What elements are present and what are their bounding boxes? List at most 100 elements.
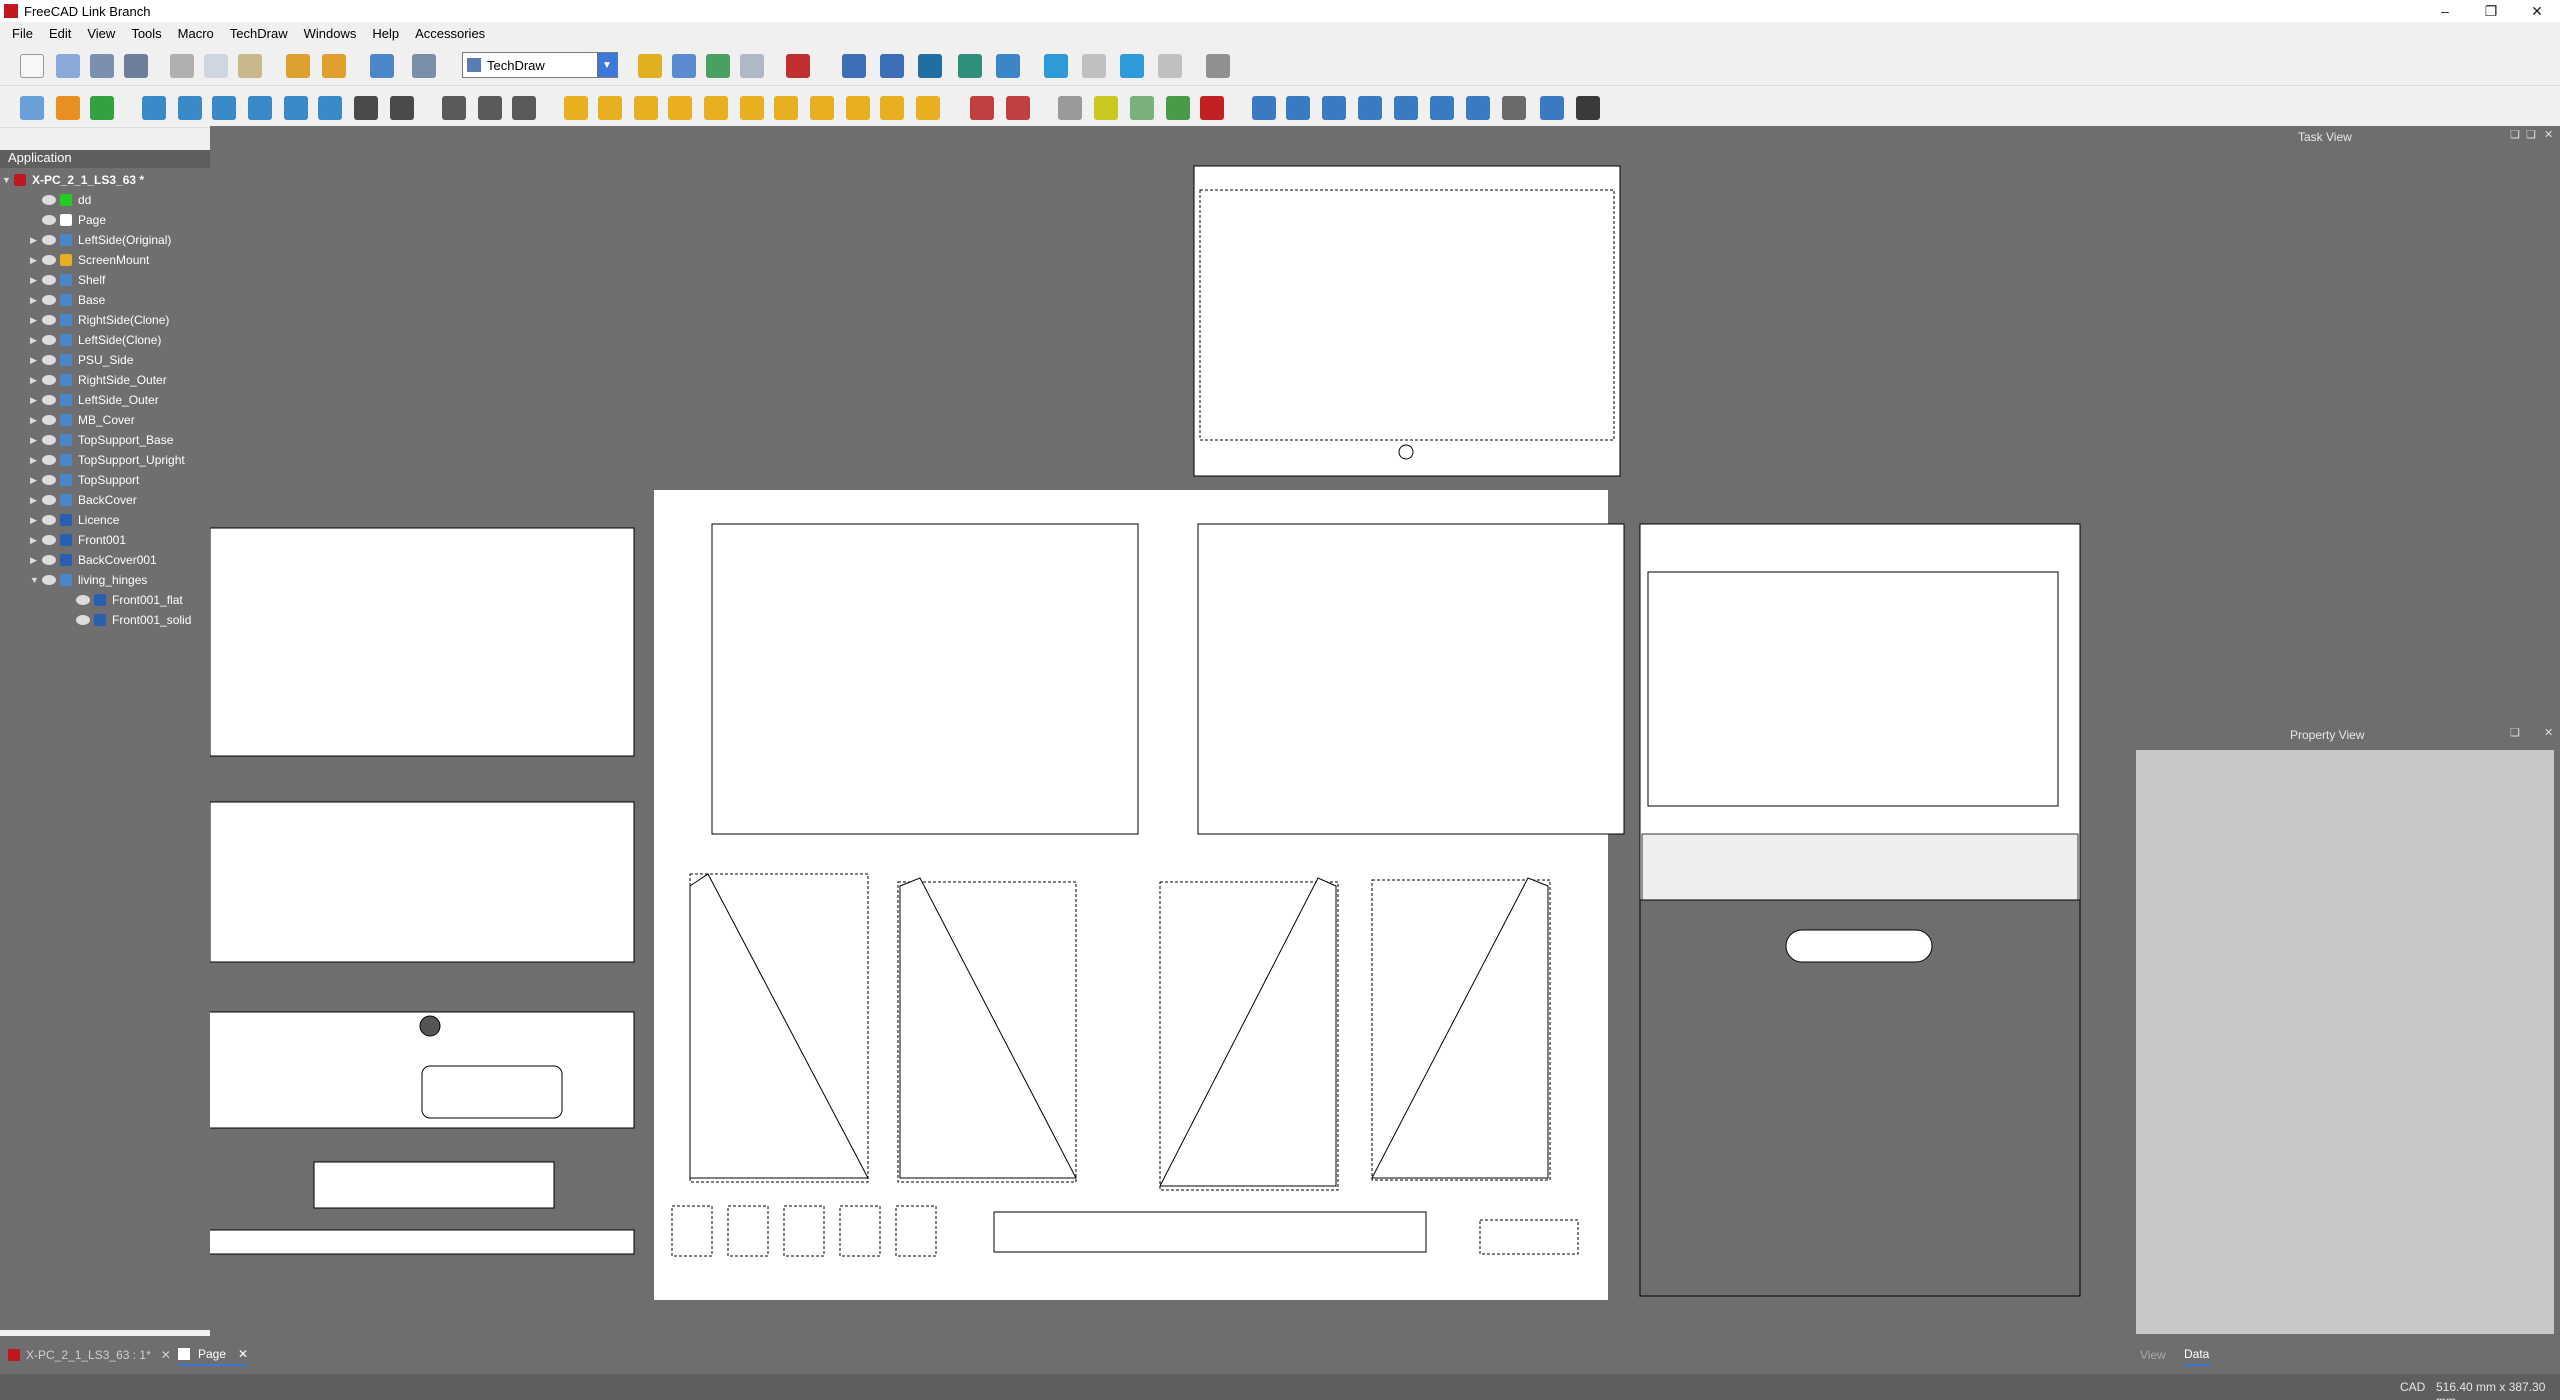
redo-icon[interactable] <box>322 54 346 78</box>
angle-dimension-icon[interactable] <box>740 96 764 120</box>
paste-icon[interactable] <box>238 54 262 78</box>
export-dxf-icon[interactable] <box>478 96 502 120</box>
tree-item[interactable]: ▶ TopSupport <box>30 470 139 490</box>
float-icon[interactable]: ❏ <box>2510 726 2520 739</box>
section-view-icon[interactable] <box>248 96 272 120</box>
workbench-selector[interactable]: TechDraw ▼ <box>462 52 618 78</box>
expand-icon[interactable]: ▶ <box>30 255 42 266</box>
visibility-icon[interactable] <box>42 515 56 525</box>
annotation-icon[interactable] <box>354 96 378 120</box>
collapse-icon[interactable]: ▼ <box>2 175 14 185</box>
measure-icon[interactable] <box>1206 54 1230 78</box>
leader-line-icon[interactable] <box>1322 96 1346 120</box>
cosmetic-vertex-icon[interactable] <box>1286 96 1310 120</box>
open-icon[interactable] <box>56 54 80 78</box>
landmark-dimension-icon[interactable] <box>916 96 940 120</box>
macro-debug-icon[interactable] <box>740 54 764 78</box>
projection-group-icon[interactable] <box>212 96 236 120</box>
navigation-style[interactable]: CAD <box>2400 1380 2425 1394</box>
minimize-button[interactable]: – <box>2422 0 2468 22</box>
close-icon[interactable]: ✕ <box>2544 726 2553 739</box>
tree-item[interactable]: Front001_solid <box>64 610 191 630</box>
visibility-icon[interactable] <box>42 195 56 205</box>
menu-windows[interactable]: Windows <box>296 26 365 41</box>
expand-icon[interactable]: ▶ <box>30 355 42 366</box>
expand-icon[interactable]: ▼ <box>30 575 42 585</box>
toggle-frame-icon[interactable] <box>1200 96 1224 120</box>
visibility-icon[interactable] <box>42 495 56 505</box>
decorate-line-icon[interactable] <box>1502 96 1526 120</box>
expand-icon[interactable]: ▶ <box>30 475 42 486</box>
nav-back-icon[interactable] <box>1044 54 1068 78</box>
nav-up-icon[interactable] <box>1120 54 1144 78</box>
menu-tools[interactable]: Tools <box>123 26 169 41</box>
property-editor[interactable] <box>2136 750 2554 1334</box>
insert-view-icon[interactable] <box>142 96 166 120</box>
tree-item[interactable]: ▶ Base <box>30 290 105 310</box>
restore-button[interactable]: ❐ <box>2468 0 2514 22</box>
expand-icon[interactable]: ▶ <box>30 335 42 346</box>
menu-edit[interactable]: Edit <box>41 26 79 41</box>
horizontal-dimension-icon[interactable] <box>598 96 622 120</box>
visibility-icon[interactable] <box>42 275 56 285</box>
insert-page-icon[interactable] <box>20 96 44 120</box>
visibility-icon[interactable] <box>42 395 56 405</box>
visibility-icon[interactable] <box>42 435 56 445</box>
tree-item[interactable]: ▶ LeftSide(Clone) <box>30 330 161 350</box>
weld-symbol-icon[interactable] <box>1576 96 1600 120</box>
whats-this-icon[interactable] <box>412 54 436 78</box>
visibility-icon[interactable] <box>76 615 90 625</box>
expand-icon[interactable]: ▶ <box>30 515 42 526</box>
axis-cross-icon[interactable] <box>786 54 810 78</box>
undo-icon[interactable] <box>286 54 310 78</box>
expand-icon[interactable]: ▶ <box>30 555 42 566</box>
visibility-icon[interactable] <box>42 475 56 485</box>
expand-icon[interactable]: ▶ <box>30 295 42 306</box>
close-window-button[interactable]: ✕ <box>2514 0 2560 22</box>
close-icon[interactable]: ✕ <box>2544 128 2553 141</box>
save-icon[interactable] <box>90 54 114 78</box>
radius-dimension-icon[interactable] <box>668 96 692 120</box>
new-document-icon[interactable] <box>20 54 44 78</box>
balloon-icon[interactable] <box>880 96 904 120</box>
expand-icon[interactable]: ▶ <box>30 435 42 446</box>
tree-item[interactable]: Front001_flat <box>64 590 183 610</box>
quadrants-icon[interactable] <box>1430 96 1454 120</box>
active-view-icon[interactable] <box>178 96 202 120</box>
macro-record-icon[interactable] <box>638 54 662 78</box>
tree-root[interactable]: ▼ X-PC_2_1_LS3_63 * <box>2 170 144 190</box>
visibility-icon[interactable] <box>42 315 56 325</box>
expand-icon[interactable]: ▶ <box>30 375 42 386</box>
visibility-icon[interactable] <box>42 455 56 465</box>
extent-dimension-icon[interactable] <box>810 96 834 120</box>
menu-file[interactable]: File <box>4 26 41 41</box>
visibility-icon[interactable] <box>42 415 56 425</box>
menu-help[interactable]: Help <box>364 26 407 41</box>
tab-data[interactable]: Data <box>2184 1344 2210 1366</box>
spreadsheet-view-icon[interactable] <box>390 96 414 120</box>
menu-techdraw[interactable]: TechDraw <box>222 26 296 41</box>
visibility-icon[interactable] <box>42 255 56 265</box>
float-icon[interactable]: ❏ <box>2526 128 2536 141</box>
chevron-down-icon[interactable]: ▼ <box>597 53 617 77</box>
tree-item[interactable]: ▶ ScreenMount <box>30 250 149 270</box>
print-page-icon[interactable] <box>512 96 536 120</box>
float-icon[interactable]: ❏ <box>2510 128 2520 141</box>
angle3pt-dimension-icon[interactable] <box>774 96 798 120</box>
nav-forward-icon[interactable] <box>1082 54 1106 78</box>
fit-selection-icon[interactable] <box>880 54 904 78</box>
std-views-icon[interactable] <box>958 54 982 78</box>
export-svg-icon[interactable] <box>442 96 466 120</box>
rich-annotation-icon[interactable] <box>1358 96 1382 120</box>
export-page-svg-icon[interactable] <box>970 96 994 120</box>
macro-execute-icon[interactable] <box>706 54 730 78</box>
show-all-icon[interactable] <box>1540 96 1564 120</box>
expand-icon[interactable]: ▶ <box>30 415 42 426</box>
cut-icon[interactable] <box>170 54 194 78</box>
menu-accessories[interactable]: Accessories <box>407 26 493 41</box>
midpoints-icon[interactable] <box>1394 96 1418 120</box>
expand-icon[interactable]: ▶ <box>30 495 42 506</box>
vertical-dimension-icon[interactable] <box>634 96 658 120</box>
close-icon[interactable]: ✕ <box>161 1348 171 1362</box>
tree-item[interactable]: ▶ TopSupport_Upright <box>30 450 185 470</box>
